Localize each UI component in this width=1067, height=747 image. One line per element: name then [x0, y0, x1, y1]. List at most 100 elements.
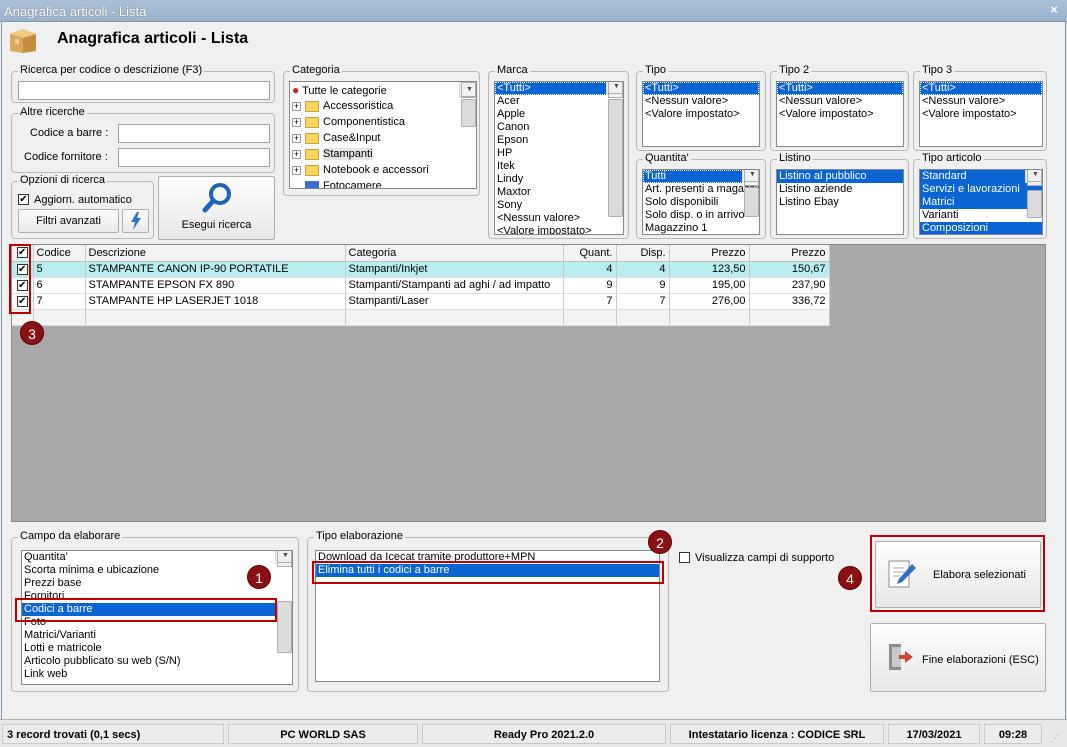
- article-type-list[interactable]: Standard Servizi e lavorazioni Matrici V…: [919, 169, 1043, 235]
- list-item[interactable]: <Valore impostato>: [920, 108, 1042, 121]
- exit-door-icon: [889, 644, 913, 670]
- expand-icon[interactable]: +: [292, 117, 301, 127]
- quantity-scrollbar[interactable]: ▲▼: [742, 170, 759, 217]
- show-support-fields-checkbox[interactable]: [679, 552, 690, 563]
- type2-list[interactable]: <Tutti> <Nessun valore> <Valore impostat…: [776, 81, 904, 147]
- category-scrollbar[interactable]: ▲▼: [459, 82, 476, 127]
- list-item[interactable]: <Nessun valore>: [920, 95, 1042, 108]
- close-icon[interactable]: ×: [1047, 3, 1061, 17]
- expand-icon[interactable]: +: [292, 101, 301, 111]
- end-processing-button[interactable]: Fine elaborazioni (ESC): [870, 623, 1046, 692]
- list-item[interactable]: Lindy: [495, 173, 623, 186]
- brand-scrollbar[interactable]: ▲▼: [606, 82, 623, 217]
- list-item[interactable]: Listino Ebay: [777, 196, 903, 209]
- advanced-filters-button[interactable]: Filtri avanzati: [18, 209, 119, 233]
- list-item[interactable]: Standard: [920, 170, 1042, 183]
- list-item[interactable]: <Valore impostato>: [643, 108, 759, 121]
- type3-list[interactable]: <Tutti> <Nessun valore> <Valore impostat…: [919, 81, 1043, 147]
- category-label: Categoria: [290, 64, 342, 76]
- tree-item[interactable]: + Accessoristica: [290, 98, 476, 114]
- col-header-category[interactable]: Categoria: [345, 245, 564, 262]
- barcode-input[interactable]: [118, 124, 270, 143]
- cell: 237,90: [749, 277, 830, 294]
- table-row[interactable]: ✔ 6 STAMPANTE EPSON FX 890 Stampanti/Sta…: [12, 277, 830, 294]
- supplier-code-input[interactable]: [118, 148, 270, 167]
- search-input[interactable]: [18, 81, 270, 100]
- list-item[interactable]: Listino aziende: [777, 183, 903, 196]
- list-item[interactable]: Composizioni: [920, 222, 1042, 234]
- cell: 4: [616, 261, 670, 278]
- list-item[interactable]: Sony: [495, 199, 623, 212]
- list-item[interactable]: Canon: [495, 121, 623, 134]
- brand-label: Marca: [495, 64, 530, 76]
- table-row[interactable]: ✔ 7 STAMPANTE HP LASERJET 1018 Stampanti…: [12, 293, 830, 310]
- field-scrollbar[interactable]: ▲▼: [275, 551, 292, 653]
- list-item[interactable]: <Tutti>: [495, 82, 623, 95]
- auto-update-checkbox[interactable]: ✔: [18, 194, 29, 205]
- list-item[interactable]: Acer: [495, 95, 623, 108]
- list-item[interactable]: Servizi e lavorazioni: [920, 183, 1042, 196]
- list-item[interactable]: Varianti: [920, 209, 1042, 222]
- list-item[interactable]: Link web: [22, 668, 292, 681]
- type2-label: Tipo 2: [777, 64, 812, 76]
- list-item[interactable]: Art. presenti a magazzino: [643, 183, 759, 196]
- resize-grip-icon[interactable]: ⋰: [1050, 732, 1062, 744]
- list-item[interactable]: <Tutti>: [643, 82, 759, 95]
- table-header: ✔ Codice Descrizione Categoria Quant. Di…: [12, 245, 830, 262]
- brand-list[interactable]: <Tutti> Acer Apple Canon Epson HP Itek L…: [494, 81, 624, 235]
- list-item[interactable]: <Nessun valore>: [643, 95, 759, 108]
- list-item[interactable]: Solo disp. o in arrivo: [643, 209, 759, 222]
- list-item[interactable]: Matrici: [920, 196, 1042, 209]
- price-list[interactable]: Listino al pubblico Listino aziende List…: [776, 169, 904, 235]
- quantity-list[interactable]: Tutti Art. presenti a magazzino Solo dis…: [642, 169, 760, 235]
- list-item[interactable]: <Tutti>: [920, 82, 1042, 95]
- col-header-available[interactable]: Disp.: [616, 245, 670, 262]
- camera-icon: [305, 180, 319, 188]
- tree-item[interactable]: + Stampanti: [290, 146, 476, 162]
- list-item[interactable]: Itek: [495, 160, 623, 173]
- magnifier-icon: [202, 183, 231, 213]
- show-support-fields-label: Visualizza campi di supporto: [695, 552, 835, 564]
- expand-icon[interactable]: +: [292, 165, 301, 175]
- list-item[interactable]: <Nessun valore>: [777, 95, 903, 108]
- col-header-quantity[interactable]: Quant.: [563, 245, 617, 262]
- list-item[interactable]: Listino al pubblico: [777, 170, 903, 183]
- type-list[interactable]: <Tutti> <Nessun valore> <Valore impostat…: [642, 81, 760, 147]
- badge-4: 4: [838, 566, 862, 590]
- col-header-price2[interactable]: Prezzo: [749, 245, 830, 262]
- article-type-scrollbar[interactable]: ▲▼: [1025, 170, 1042, 218]
- list-item[interactable]: HP: [495, 147, 623, 160]
- list-item[interactable]: Solo disponibili: [643, 196, 759, 209]
- list-item[interactable]: <Nessun valore>: [495, 212, 623, 225]
- category-tree[interactable]: ● Tutte le categorie + Accessoristica + Co…: [289, 81, 477, 189]
- results-grid[interactable]: ✔ Codice Descrizione Categoria Quant. Di…: [11, 244, 1046, 522]
- list-item[interactable]: <Tutti>: [777, 82, 903, 95]
- list-item[interactable]: Apple: [495, 108, 623, 121]
- type3-group: Tipo 3 <Tutti> <Nessun valore> <Valore i…: [913, 64, 1047, 151]
- expand-icon[interactable]: +: [292, 149, 301, 159]
- tree-item[interactable]: Fotocamere: [290, 178, 476, 188]
- tree-item[interactable]: + Case&Input: [290, 130, 476, 146]
- list-item[interactable]: Articolo pubblicato su web (S/N): [22, 655, 292, 668]
- list-item[interactable]: Matrici/Varianti: [22, 629, 292, 642]
- tree-item-all[interactable]: ● Tutte le categorie: [290, 82, 476, 98]
- list-item[interactable]: <Valore impostato>: [495, 225, 623, 234]
- col-header-description[interactable]: Descrizione: [85, 245, 346, 262]
- lightning-icon: [130, 212, 141, 230]
- list-item[interactable]: <Valore impostato>: [777, 108, 903, 121]
- table-row[interactable]: ✔ 5 STAMPANTE CANON IP-90 PORTATILE Stam…: [12, 261, 830, 278]
- search-group-label: Ricerca per codice o descrizione (F3): [18, 64, 205, 76]
- col-header-code[interactable]: Codice: [33, 245, 86, 262]
- list-item[interactable]: Epson: [495, 134, 623, 147]
- list-item[interactable]: Quantita': [22, 551, 292, 564]
- tree-item[interactable]: + Componentistica: [290, 114, 476, 130]
- list-item[interactable]: Magazzino 1: [643, 222, 759, 234]
- col-header-price[interactable]: Prezzo: [669, 245, 750, 262]
- list-item[interactable]: Maxtor: [495, 186, 623, 199]
- run-search-button[interactable]: Esegui ricerca: [158, 176, 275, 240]
- tree-item[interactable]: + Notebook e accessori: [290, 162, 476, 178]
- expand-icon[interactable]: +: [292, 133, 301, 143]
- flash-button[interactable]: [122, 209, 149, 233]
- list-item[interactable]: Lotti e matricole: [22, 642, 292, 655]
- cell: STAMPANTE CANON IP-90 PORTATILE: [85, 261, 346, 278]
